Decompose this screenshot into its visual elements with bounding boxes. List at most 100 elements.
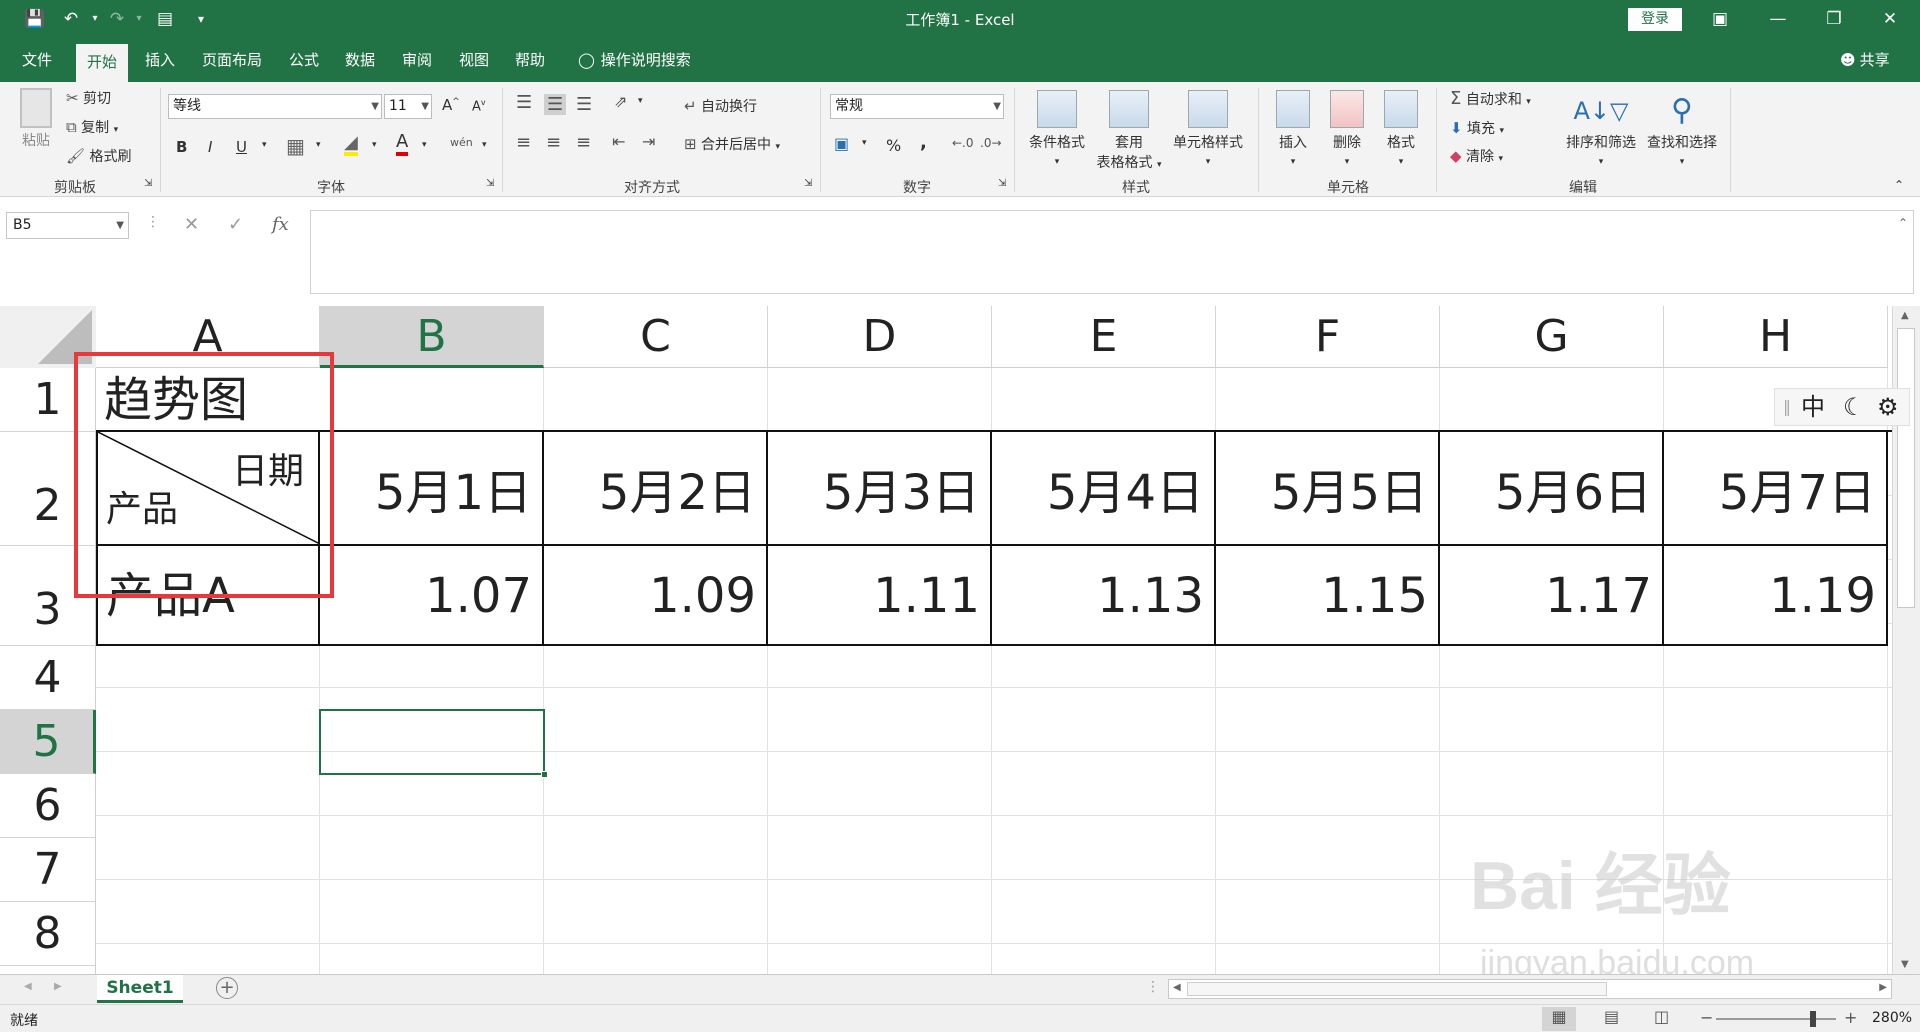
horizontal-scrollbar[interactable]: ◀ ▶ bbox=[1168, 979, 1892, 999]
conditional-formatting-button[interactable]: 条件格式 ▾ bbox=[1024, 90, 1090, 168]
insert-cells-button[interactable]: 插入 ▾ bbox=[1268, 90, 1318, 168]
autosum-button[interactable]: Σ 自动求和 ▾ bbox=[1450, 88, 1531, 109]
cell-c3[interactable]: 1.09 bbox=[544, 546, 768, 646]
cell-e2[interactable]: 5月4日 bbox=[992, 432, 1216, 546]
chevron-down-icon[interactable]: ▾ bbox=[262, 140, 267, 150]
cell-h3[interactable]: 1.19 bbox=[1664, 546, 1888, 646]
column-header-h[interactable]: H bbox=[1664, 306, 1888, 368]
chevron-down-icon[interactable]: ▾ bbox=[482, 140, 487, 150]
scroll-right-icon[interactable]: ▶ bbox=[1879, 982, 1887, 993]
scroll-left-icon[interactable]: ◀ bbox=[1173, 982, 1181, 993]
sort-filter-button[interactable]: A↓▽ 排序和筛选 ▾ bbox=[1562, 90, 1640, 168]
increase-indent-icon[interactable]: ⇥ bbox=[642, 132, 655, 151]
share-button[interactable]: ☻ 共享 bbox=[1840, 48, 1890, 72]
font-size-select[interactable]: 11 ▼ bbox=[384, 94, 432, 119]
sheet-tab-sheet1[interactable]: Sheet1 bbox=[97, 975, 183, 1003]
ime-toolbar[interactable]: ‖ 中 ☾ ⚙ bbox=[1774, 388, 1910, 426]
find-select-button[interactable]: ⚲ 查找和选择 ▾ bbox=[1642, 90, 1722, 168]
cancel-icon[interactable]: ✕ bbox=[184, 214, 199, 235]
format-cells-button[interactable]: 格式 ▾ bbox=[1376, 90, 1426, 168]
cut-button[interactable]: ✂ 剪切 bbox=[66, 88, 111, 108]
save-icon[interactable]: 💾 bbox=[24, 8, 46, 30]
ime-mode-toggle[interactable]: 中 bbox=[1801, 389, 1825, 425]
collapse-ribbon-icon[interactable]: ⌃ bbox=[1894, 178, 1904, 192]
borders-icon[interactable]: ▦ bbox=[286, 134, 305, 158]
cell-b3[interactable]: 1.07 bbox=[320, 546, 544, 646]
fill-button[interactable]: ⬇ 填充 ▾ bbox=[1450, 118, 1504, 138]
font-name-select[interactable]: 等线 ▼ bbox=[168, 94, 382, 119]
zoom-slider-thumb[interactable] bbox=[1810, 1011, 1816, 1027]
row-header-5[interactable]: 5 bbox=[0, 710, 96, 774]
align-left-icon[interactable]: ≡ bbox=[516, 132, 531, 153]
fill-color-icon[interactable]: ◢ bbox=[344, 134, 358, 156]
tell-me-search[interactable]: ◯ 操作说明搜索 bbox=[578, 48, 691, 72]
login-button[interactable]: 登录 bbox=[1628, 8, 1682, 31]
add-sheet-button[interactable]: + bbox=[216, 977, 238, 999]
maximize-button[interactable]: ❐ bbox=[1814, 6, 1854, 32]
fill-handle[interactable] bbox=[541, 771, 548, 778]
chevron-down-icon[interactable]: ▾ bbox=[862, 138, 867, 148]
cell-styles-button[interactable]: 单元格样式 ▾ bbox=[1168, 90, 1248, 168]
row-header-8[interactable]: 8 bbox=[0, 902, 96, 966]
page-layout-view-icon[interactable]: ▤ bbox=[1604, 1007, 1619, 1026]
align-right-icon[interactable]: ≡ bbox=[576, 132, 591, 153]
merge-center-button[interactable]: ⊞ 合并后居中 ▾ bbox=[684, 134, 780, 154]
chevron-down-icon[interactable]: ▾ bbox=[316, 140, 321, 150]
font-color-icon[interactable]: A bbox=[396, 132, 409, 156]
phonetic-guide-button[interactable]: wén bbox=[450, 136, 473, 149]
row-header-9[interactable] bbox=[0, 966, 96, 974]
column-header-c[interactable]: C bbox=[544, 306, 768, 368]
zoom-slider[interactable] bbox=[1716, 1011, 1836, 1027]
orientation-icon[interactable]: ⇗ bbox=[614, 92, 627, 111]
row-header-7[interactable]: 7 bbox=[0, 838, 96, 902]
name-box[interactable]: B5 ▼ bbox=[6, 212, 129, 239]
chevron-down-icon[interactable]: ▾ bbox=[638, 96, 643, 106]
dialog-launcher-icon[interactable]: ⇲ bbox=[486, 178, 494, 189]
tab-review[interactable]: 审阅 bbox=[395, 48, 439, 82]
increase-decimal-icon[interactable]: ←.0 bbox=[952, 136, 974, 150]
tab-view[interactable]: 视图 bbox=[452, 48, 496, 82]
tab-file[interactable]: 文件 bbox=[10, 48, 64, 82]
dialog-launcher-icon[interactable]: ⇲ bbox=[144, 178, 152, 189]
enter-icon[interactable]: ✓ bbox=[228, 214, 243, 235]
align-top-icon[interactable]: ☰ bbox=[516, 92, 532, 113]
chevron-down-icon[interactable]: ▾ bbox=[372, 140, 377, 150]
minimize-button[interactable]: — bbox=[1758, 6, 1798, 32]
gear-icon[interactable]: ⚙ bbox=[1877, 389, 1899, 425]
cell-d3[interactable]: 1.11 bbox=[768, 546, 992, 646]
redo-dropdown-icon[interactable]: ▾ bbox=[128, 8, 150, 30]
cell-e3[interactable]: 1.13 bbox=[992, 546, 1216, 646]
column-header-d[interactable]: D bbox=[768, 306, 992, 368]
zoom-out-button[interactable]: − bbox=[1700, 1008, 1713, 1027]
underline-button[interactable]: U bbox=[236, 138, 247, 156]
align-middle-icon[interactable]: ☰ bbox=[544, 94, 567, 115]
cell-d2[interactable]: 5月3日 bbox=[768, 432, 992, 546]
selected-cell-b5[interactable] bbox=[319, 709, 548, 778]
page-break-view-icon[interactable]: ◫ bbox=[1654, 1007, 1669, 1026]
tab-data[interactable]: 数据 bbox=[338, 48, 382, 82]
tab-help[interactable]: 帮助 bbox=[508, 48, 552, 82]
ime-drag-handle[interactable]: ‖ bbox=[1783, 389, 1791, 425]
zoom-level[interactable]: 280% bbox=[1872, 1010, 1912, 1026]
column-header-b[interactable]: B bbox=[320, 306, 544, 368]
next-sheet-icon[interactable]: ▶ bbox=[54, 981, 62, 992]
copy-button[interactable]: ⧉ 复制 ▾ bbox=[66, 117, 118, 137]
cell-f2[interactable]: 5月5日 bbox=[1216, 432, 1440, 546]
moon-icon[interactable]: ☾ bbox=[1843, 389, 1865, 425]
decrease-indent-icon[interactable]: ⇤ bbox=[612, 132, 625, 151]
scroll-up-icon[interactable]: ▲ bbox=[1901, 310, 1909, 321]
chevron-down-icon[interactable]: ▾ bbox=[422, 140, 427, 150]
shrink-font-button[interactable]: Av bbox=[472, 98, 486, 114]
number-format-select[interactable]: 常规 ▼ bbox=[830, 94, 1004, 119]
row-header-4[interactable]: 4 bbox=[0, 646, 96, 710]
insert-function-button[interactable]: fx bbox=[272, 214, 289, 235]
column-header-g[interactable]: G bbox=[1440, 306, 1664, 368]
tab-split-handle[interactable]: ⋮ bbox=[1146, 979, 1160, 995]
bold-button[interactable]: B bbox=[176, 138, 187, 156]
percent-button[interactable]: % bbox=[886, 136, 901, 155]
wrap-text-button[interactable]: ↵ 自动换行 bbox=[684, 96, 757, 116]
scroll-down-icon[interactable]: ▼ bbox=[1901, 959, 1909, 970]
delete-cells-button[interactable]: 删除 ▾ bbox=[1322, 90, 1372, 168]
dialog-launcher-icon[interactable]: ⇲ bbox=[998, 178, 1006, 189]
grow-font-button[interactable]: A^ bbox=[442, 96, 460, 114]
